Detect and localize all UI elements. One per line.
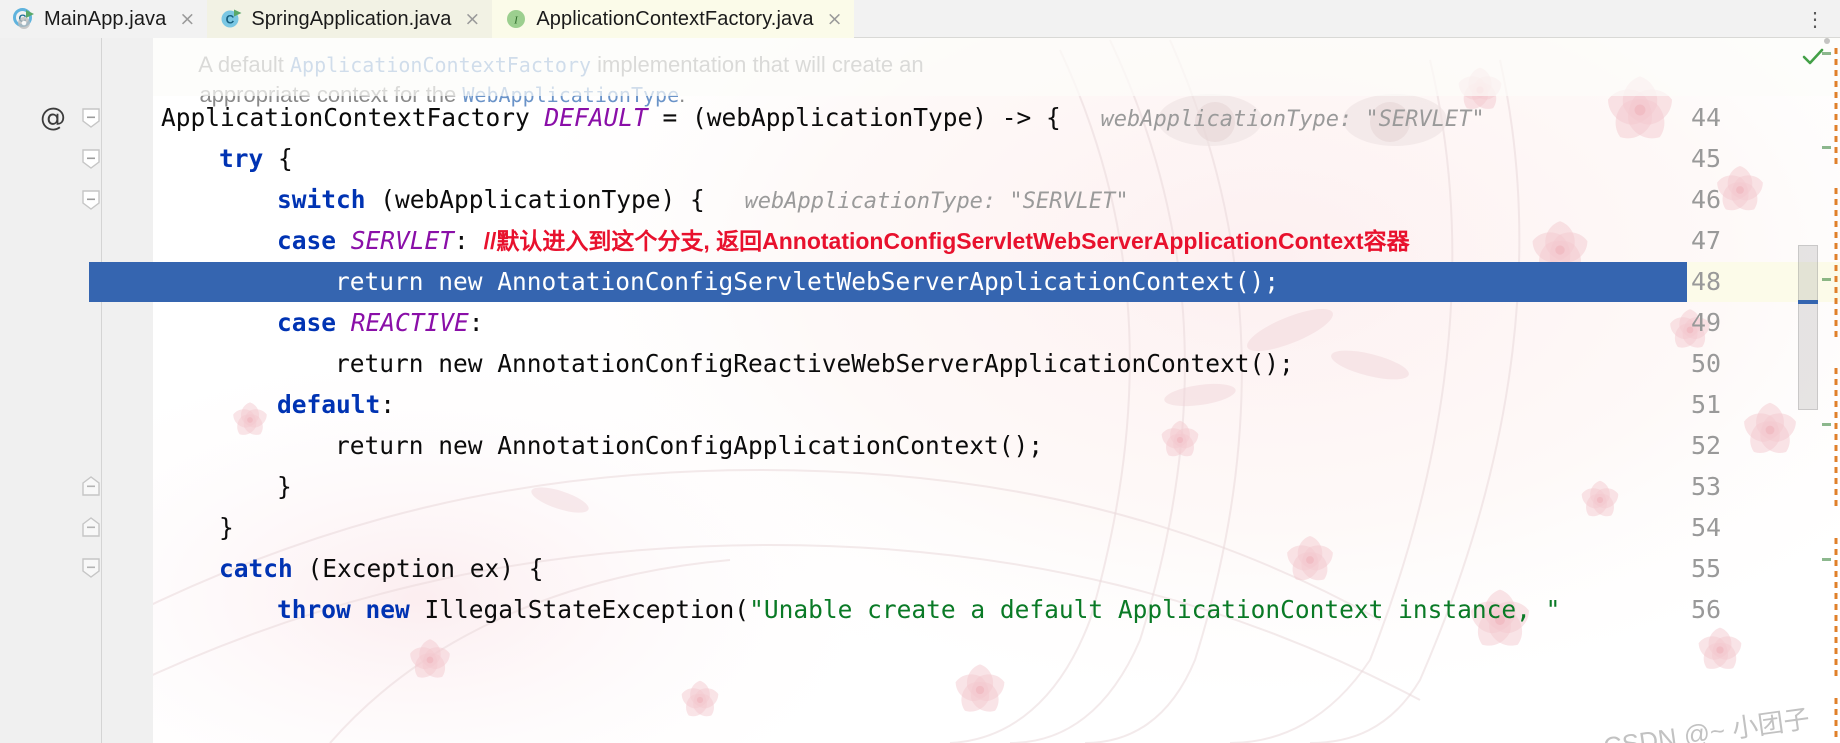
code-token-static: DEFAULT: [544, 103, 648, 132]
editor-gutter: [0, 38, 153, 743]
inspection-status-ok-icon[interactable]: [1800, 44, 1826, 70]
code-line[interactable]: case REACTIVE:: [153, 303, 1840, 343]
code-token-keyword: case: [277, 226, 337, 255]
code-token-keyword: throw: [277, 595, 351, 624]
code-line[interactable]: }: [153, 467, 1840, 507]
tab-close-icon[interactable]: ×: [464, 9, 480, 29]
code-token-plain: (webApplicationType) {: [365, 185, 705, 214]
tab-close-icon[interactable]: ×: [827, 9, 843, 29]
code-line[interactable]: throw new IllegalStateException("Unable …: [153, 590, 1840, 630]
error-stripe-marker-selection[interactable]: [1798, 300, 1818, 304]
code-token-keyword: switch: [277, 185, 366, 214]
code-token-keyword: try: [219, 144, 264, 173]
code-token-plain: IllegalStateException(: [409, 595, 750, 624]
code-token-plain: }: [219, 513, 234, 542]
code-token-plain: :: [468, 308, 484, 337]
tab-label: SpringApplication.java: [251, 7, 452, 30]
annotation-gutter-icon[interactable]: @: [40, 98, 70, 138]
tab-options-kebab-icon[interactable]: ⋮: [1805, 0, 1826, 38]
editor-right-edge-markers: [1818, 38, 1840, 743]
java-class-runnable-icon: C: [13, 8, 35, 30]
editor-tab-bar: C MainApp.java × C SpringApplication.jav…: [0, 0, 1840, 38]
inlay-parameter-hint[interactable]: webApplicationType: "SERVLET": [1061, 107, 1485, 132]
code-token-comment-red: //默认进入到这个分支, 返回AnnotationConfigServletWe…: [483, 228, 1410, 254]
fold-marker-collapse[interactable]: [80, 189, 102, 211]
tab-applicationcontextfactory-java[interactable]: I ApplicationContextFactory.java ×: [492, 0, 855, 38]
code-token-plain: return new AnnotationConfigApplicationCo…: [335, 431, 1044, 460]
code-token-plain: :: [380, 390, 396, 419]
code-token-keyword: default: [277, 390, 381, 419]
tab-label: MainApp.java: [44, 7, 167, 30]
code-token-static: REACTIVE: [350, 308, 469, 337]
code-token-plain: {: [263, 144, 293, 173]
code-line[interactable]: }: [153, 508, 1840, 548]
code-line[interactable]: case SERVLET: //默认进入到这个分支, 返回AnnotationC…: [153, 221, 1840, 261]
code-token-keyword: catch: [219, 554, 293, 583]
code-editor-area[interactable]: ApplicationContextFactory DEFAULT = (web…: [153, 38, 1840, 743]
java-interface-icon: I: [505, 8, 527, 30]
inlay-parameter-hint[interactable]: webApplicationType: "SERVLET": [705, 189, 1129, 214]
code-token-plain: ApplicationContextFactory: [161, 103, 545, 132]
tab-close-icon[interactable]: ×: [179, 9, 195, 29]
code-line[interactable]: return new AnnotationConfigApplicationCo…: [153, 426, 1840, 466]
code-line[interactable]: catch (Exception ex) {: [153, 549, 1840, 589]
code-token-plain: = (webApplicationType) -> {: [647, 103, 1061, 132]
code-token-keyword: case: [277, 308, 337, 337]
code-token-plain: return new AnnotationConfigReactiveWebSe…: [335, 349, 1294, 378]
java-class-icon: C: [220, 8, 242, 30]
code-line[interactable]: switch (webApplicationType) { webApplica…: [153, 180, 1840, 220]
code-token-static: SERVLET: [350, 226, 455, 255]
fold-marker-expand[interactable]: [80, 516, 102, 538]
code-line[interactable]: default:: [153, 385, 1840, 425]
tab-label: ApplicationContextFactory.java: [536, 7, 814, 30]
code-token-plain: (Exception ex) {: [292, 554, 544, 583]
code-line[interactable]: ApplicationContextFactory DEFAULT = (web…: [153, 98, 1840, 138]
fold-marker-expand[interactable]: [80, 475, 102, 497]
selection-gutter-block: [89, 262, 153, 302]
tab-mainapp-java[interactable]: C MainApp.java ×: [0, 0, 208, 38]
code-token-plain: return new AnnotationConfigServletWebSer…: [335, 267, 1280, 296]
fold-marker-collapse[interactable]: [80, 148, 102, 170]
fold-marker-collapse[interactable]: [80, 557, 102, 579]
tab-springapplication-java[interactable]: C SpringApplication.java ×: [207, 0, 493, 38]
fold-marker-collapse[interactable]: [80, 107, 102, 129]
code-line[interactable]: return new AnnotationConfigServletWebSer…: [153, 262, 1840, 302]
code-token-keyword: new: [365, 595, 410, 624]
fold-rail: [101, 38, 102, 743]
code-line[interactable]: return new AnnotationConfigReactiveWebSe…: [153, 344, 1840, 384]
idea-editor-window: C MainApp.java × C SpringApplication.jav…: [0, 0, 1840, 743]
code-token-plain: :: [454, 226, 484, 255]
code-token-plain: }: [277, 472, 292, 501]
svg-text:C: C: [226, 13, 235, 27]
code-line[interactable]: try {: [153, 139, 1840, 179]
code-token-string: "Unable create a default ApplicationCont…: [749, 595, 1561, 624]
editor-scrollbar-thumb[interactable]: [1798, 245, 1818, 410]
